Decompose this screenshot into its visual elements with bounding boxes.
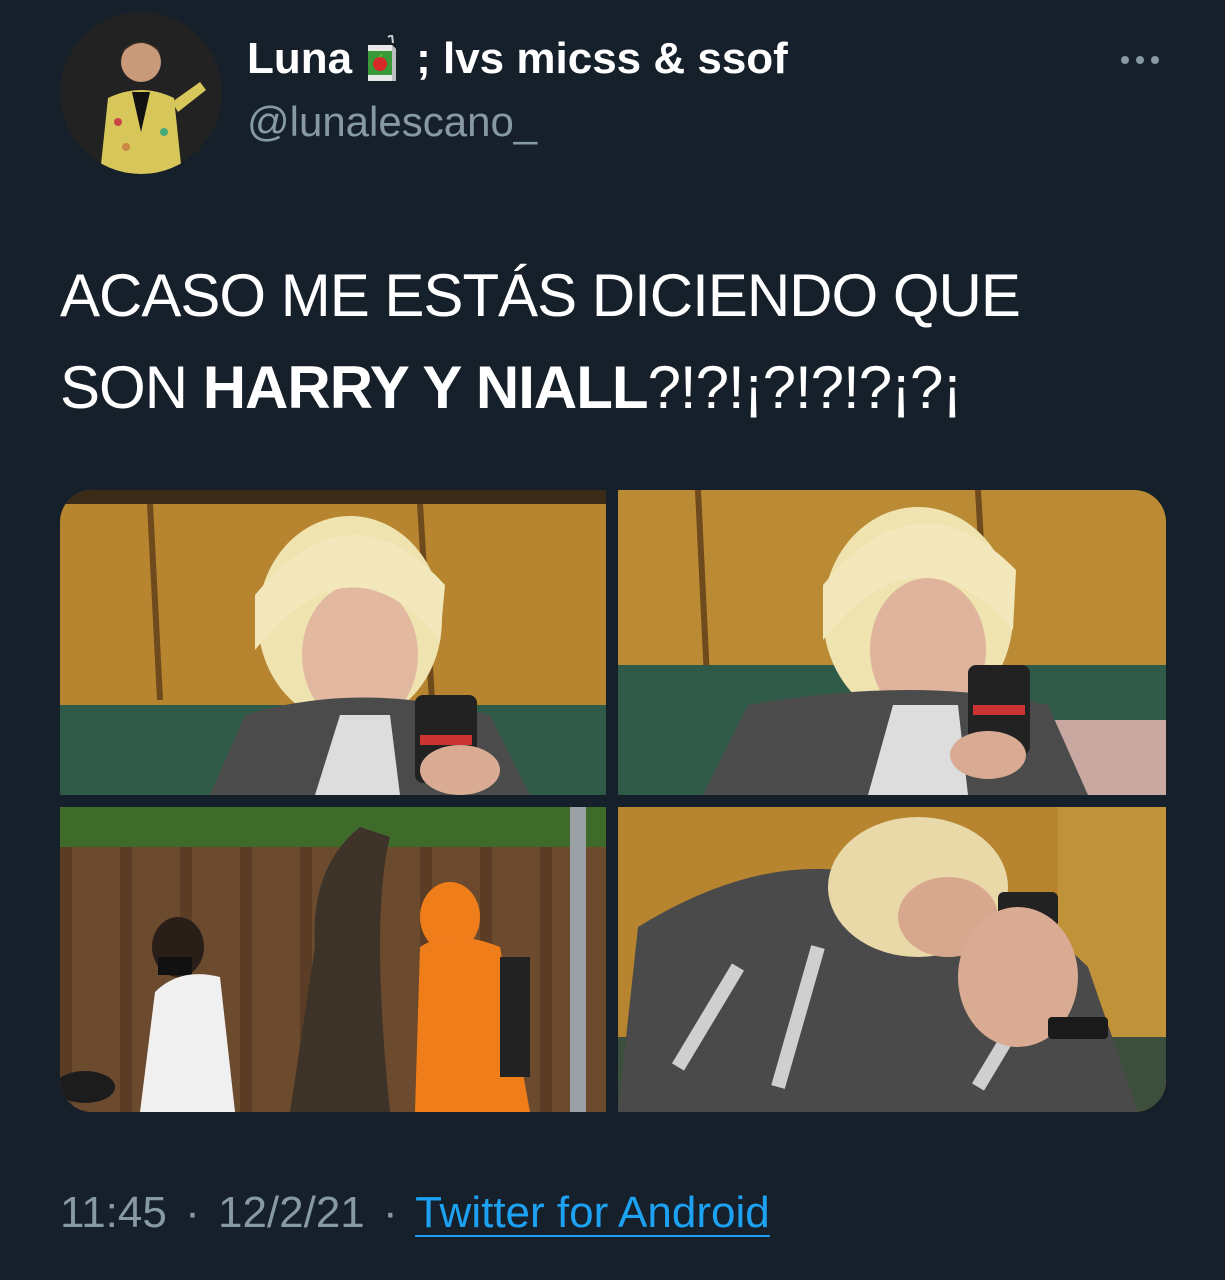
- display-name-suffix: ; lvs micss & ssof: [416, 34, 788, 83]
- more-dot-icon: [1121, 56, 1129, 64]
- media-grid: [60, 490, 1166, 1112]
- tweet-text-line1: ACASO ME ESTÁS DICIENDO QUE: [60, 262, 1021, 329]
- more-dot-icon: [1151, 56, 1159, 64]
- display-name-text: Luna: [247, 34, 353, 83]
- avatar[interactable]: [60, 12, 222, 174]
- media-photo-1[interactable]: [60, 490, 606, 795]
- meta-separator: ·: [383, 1188, 398, 1237]
- beverage-box-icon: [362, 33, 402, 83]
- source-link[interactable]: Twitter for Android: [415, 1188, 770, 1237]
- meta-separator: ·: [185, 1188, 200, 1237]
- display-name[interactable]: Luna ; lvs micss & ssof: [247, 33, 788, 84]
- tweet-date[interactable]: 12/2/21: [218, 1188, 365, 1237]
- tweet-text-prefix: SON: [60, 354, 203, 421]
- user-handle[interactable]: @lunalescano_: [247, 98, 537, 146]
- tweet-text: ACASO ME ESTÁS DICIENDO QUE SON HARRY Y …: [60, 250, 1160, 434]
- tweet-text-suffix: ?!?!¡?!?!?¡?¡: [647, 354, 963, 421]
- tweet-time[interactable]: 11:45: [60, 1188, 167, 1237]
- tweet-metadata: 11:45 · 12/2/21 · Twitter for Android: [60, 1188, 770, 1238]
- tweet-text-line2: SON HARRY Y NIALL?!?!¡?!?!?¡?¡: [60, 342, 1160, 434]
- media-photo-2[interactable]: [618, 490, 1166, 795]
- media-photo-4[interactable]: [618, 807, 1166, 1112]
- more-options-button[interactable]: [1110, 40, 1170, 80]
- tweet-text-bold: HARRY Y NIALL: [202, 354, 649, 421]
- more-dot-icon: [1136, 56, 1144, 64]
- media-photo-3[interactable]: [60, 807, 606, 1112]
